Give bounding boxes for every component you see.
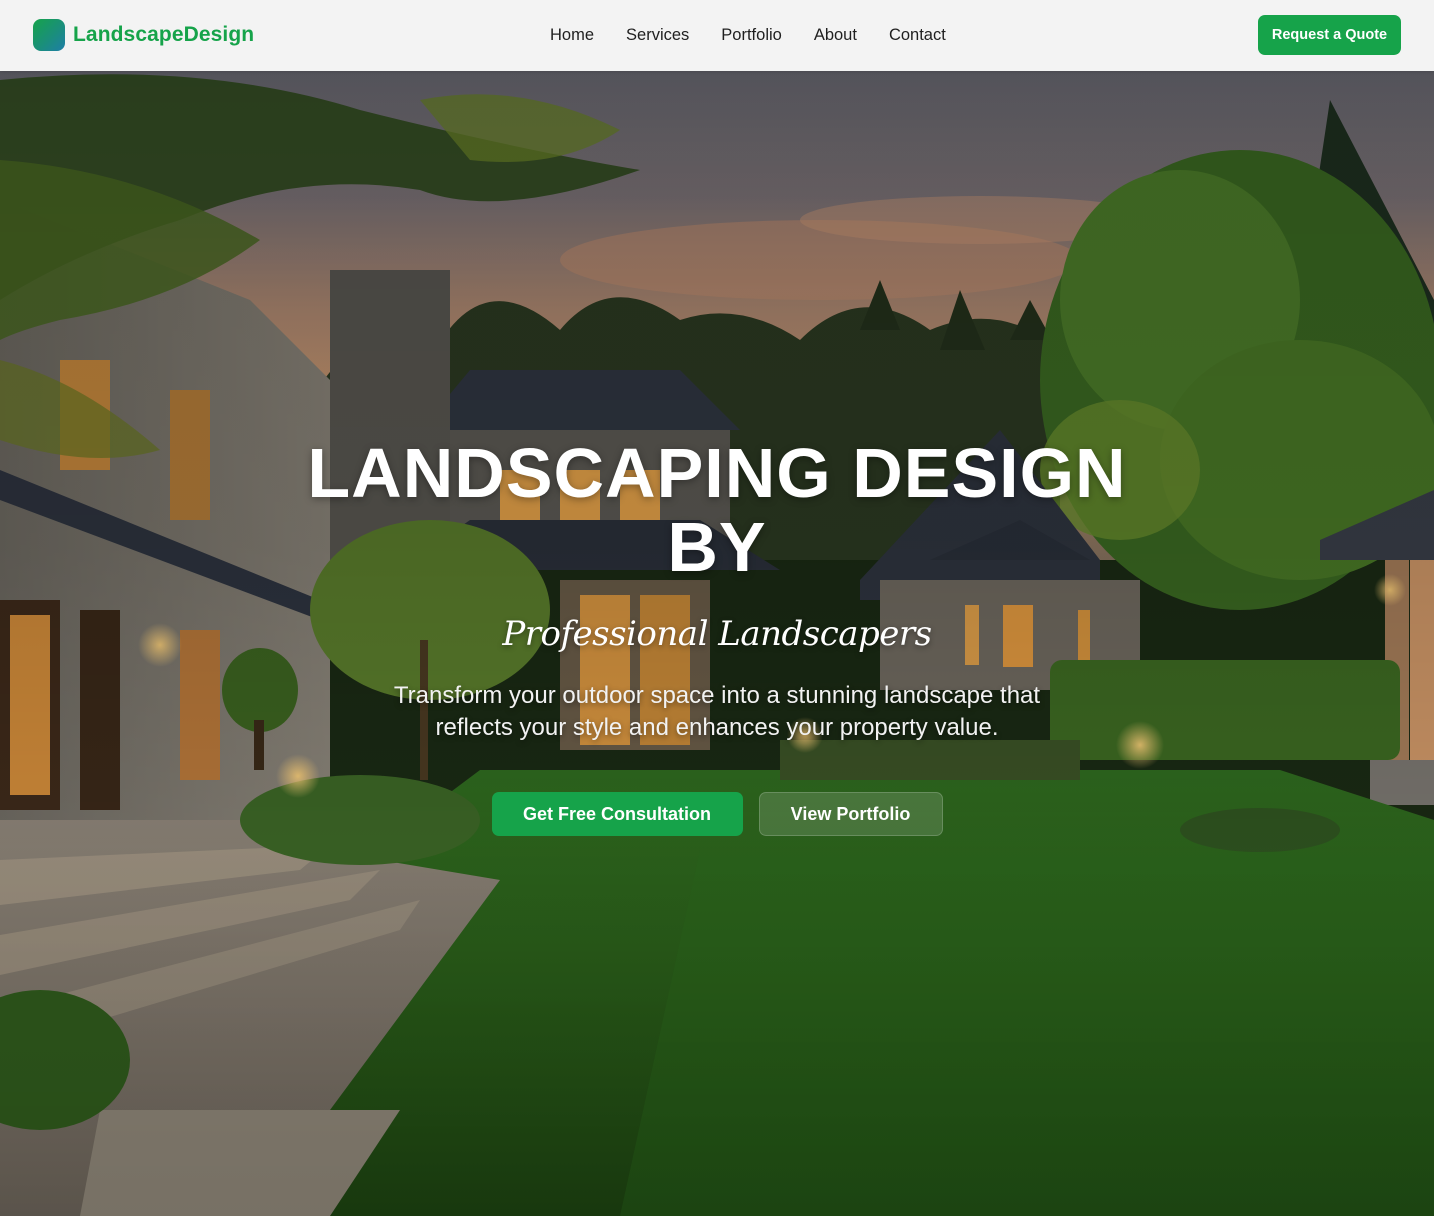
hero-script-subtitle: Professional Landscapers	[502, 614, 932, 654]
get-free-consultation-button[interactable]: Get Free Consultation	[491, 792, 743, 836]
nav-link-home[interactable]: Home	[534, 22, 610, 48]
brand-link[interactable]: LandscapeDesign	[33, 19, 254, 51]
nav-link-about[interactable]: About	[798, 22, 873, 48]
hero-title: LANDSCAPING DESIGN BY	[307, 434, 1127, 586]
brand-name: LandscapeDesign	[73, 23, 255, 46]
brand-logo-icon	[33, 19, 65, 51]
hero-content: LANDSCAPING DESIGN BY Professional Lands…	[0, 436, 1434, 836]
view-portfolio-button[interactable]: View Portfolio	[758, 792, 943, 836]
nav-links: Home Services Portfolio About Contact	[534, 22, 962, 48]
nav-link-services[interactable]: Services	[610, 22, 705, 48]
nav-link-portfolio[interactable]: Portfolio	[705, 22, 798, 48]
nav-link-contact[interactable]: Contact	[873, 22, 962, 48]
hero-description: Transform your outdoor space into a stun…	[393, 682, 1041, 741]
navbar: LandscapeDesign Home Services Portfolio …	[0, 0, 1434, 71]
request-quote-button[interactable]: Request a Quote	[1258, 15, 1401, 55]
hero-buttons: Get Free Consultation View Portfolio	[0, 792, 1434, 836]
